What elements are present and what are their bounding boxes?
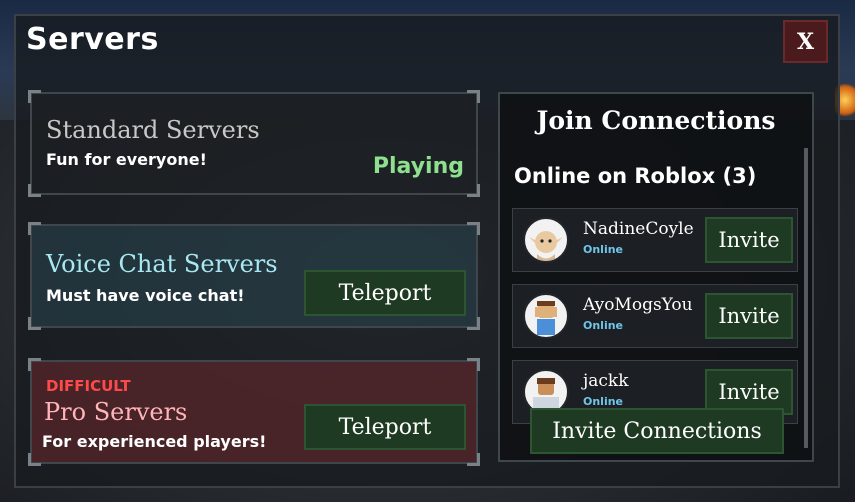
voice-chat-servers-card: Voice Chat Servers Must have voice chat!… bbox=[28, 222, 480, 330]
window-title: Servers bbox=[26, 22, 159, 57]
pro-servers-card: DIFFICULT Pro Servers For experienced pl… bbox=[28, 358, 480, 466]
corner-decoration bbox=[28, 358, 41, 371]
corner-decoration bbox=[28, 453, 41, 466]
friend-name: AyoMogsYou bbox=[583, 295, 693, 315]
friend-name: NadineCoyle bbox=[583, 219, 694, 239]
friend-row: NadineCoyle Online Invite bbox=[512, 208, 798, 272]
friend-row: AyoMogsYou Online Invite bbox=[512, 284, 798, 348]
join-connections-title: Join Connections bbox=[536, 106, 776, 135]
pro-servers-title: Pro Servers bbox=[44, 398, 188, 426]
facepalm-avatar-icon bbox=[523, 293, 569, 339]
corner-decoration bbox=[467, 358, 480, 371]
close-button[interactable]: X bbox=[783, 20, 828, 63]
scrollbar[interactable] bbox=[804, 148, 808, 448]
voice-teleport-button[interactable]: Teleport bbox=[304, 270, 466, 316]
corner-decoration bbox=[28, 90, 41, 103]
standard-servers-subtitle: Fun for everyone! bbox=[46, 150, 207, 169]
playing-status: Playing bbox=[372, 154, 464, 179]
pro-servers-subtitle: For experienced players! bbox=[42, 432, 267, 451]
corner-decoration bbox=[467, 453, 480, 466]
voice-chat-servers-title: Voice Chat Servers bbox=[46, 250, 278, 278]
standard-servers-title: Standard Servers bbox=[46, 116, 260, 144]
pro-teleport-button[interactable]: Teleport bbox=[304, 404, 466, 450]
corner-decoration bbox=[467, 90, 480, 103]
standard-servers-card[interactable]: Standard Servers Fun for everyone! Playi… bbox=[28, 90, 480, 197]
join-connections-panel: Join Connections Online on Roblox (3) Na… bbox=[498, 92, 814, 462]
corner-decoration bbox=[28, 222, 41, 235]
friend-status: Online bbox=[583, 319, 624, 332]
friend-name: jackk bbox=[583, 371, 629, 391]
corner-decoration bbox=[467, 184, 480, 197]
invite-button[interactable]: Invite bbox=[705, 217, 793, 263]
invite-connections-button[interactable]: Invite Connections bbox=[530, 408, 784, 454]
voice-chat-servers-subtitle: Must have voice chat! bbox=[46, 286, 245, 305]
difficult-badge: DIFFICULT bbox=[46, 377, 131, 395]
friend-status: Online bbox=[583, 395, 624, 408]
corner-decoration bbox=[467, 222, 480, 235]
corner-decoration bbox=[28, 317, 41, 330]
corner-decoration bbox=[28, 184, 41, 197]
elf-avatar-icon bbox=[523, 217, 569, 263]
online-header: Online on Roblox (3) bbox=[514, 164, 757, 188]
friend-status: Online bbox=[583, 243, 624, 256]
corner-decoration bbox=[467, 317, 480, 330]
invite-button[interactable]: Invite bbox=[705, 293, 793, 339]
